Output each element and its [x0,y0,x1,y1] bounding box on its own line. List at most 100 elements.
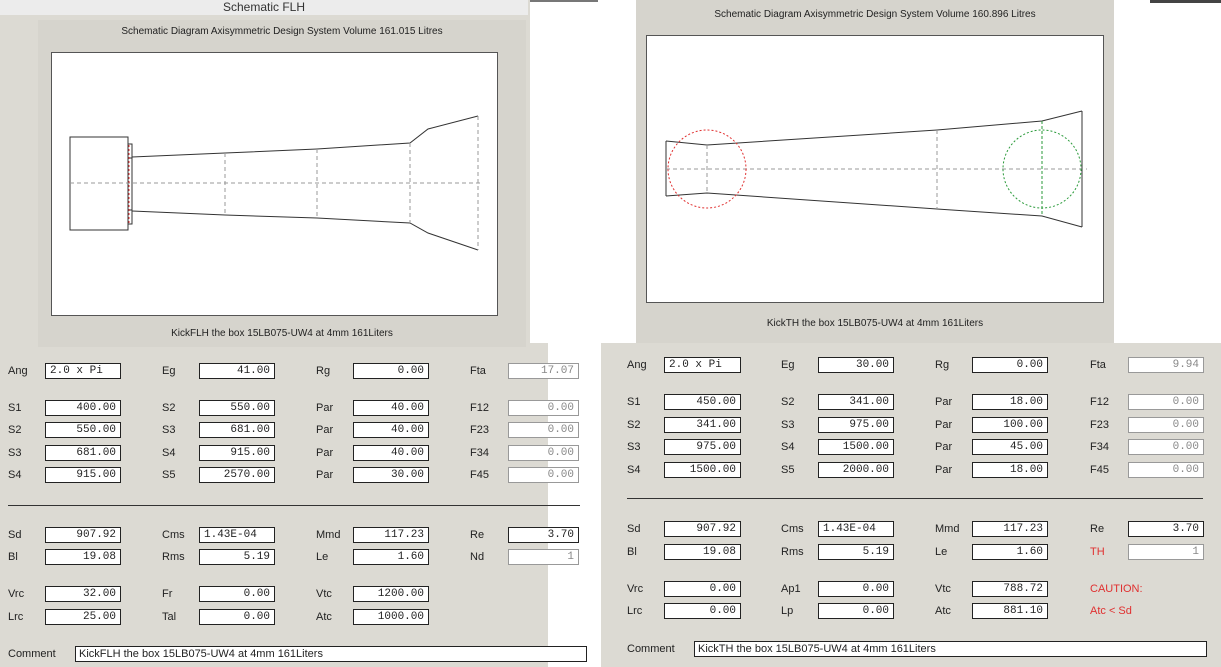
fr-input[interactable]: 0.00 [199,586,275,602]
f12-label: F12 [470,402,489,414]
th-schematic-panel: Schematic Diagram Axisymmetric Design Sy… [636,0,1114,343]
flh-horn-upper-wall [131,115,479,158]
ang-input[interactable]: 2.0 x Pi [664,357,741,373]
eg-input[interactable]: 30.00 [818,357,894,373]
par-label: Par [935,464,953,476]
s4-input[interactable]: 915.00 [199,445,275,461]
s3-input[interactable]: 681.00 [45,445,121,461]
rms-input[interactable]: 5.19 [818,544,894,560]
lrc-label: Lrc [8,611,24,623]
s3-input[interactable]: 975.00 [818,417,894,433]
lrc-input[interactable]: 25.00 [45,609,121,625]
f45-input[interactable]: 0.00 [508,467,579,483]
par-input[interactable]: 40.00 [353,445,429,461]
s4-input[interactable]: 915.00 [45,467,121,483]
lp-input[interactable]: 0.00 [818,603,894,619]
s5-input[interactable]: 2570.00 [199,467,275,483]
ap1-input[interactable]: 0.00 [818,581,894,597]
par-label: Par [316,469,334,481]
cms-input[interactable]: 1.43E-04 [818,521,894,537]
ang-input[interactable]: 2.0 x Pi [45,363,121,379]
f34-input[interactable]: 0.00 [508,445,579,461]
s2-input[interactable]: 550.00 [45,422,121,438]
sd-input[interactable]: 907.92 [45,527,121,543]
rms-label: Rms [781,546,804,558]
th-input[interactable]: 1 [1128,544,1204,560]
mmd-label: Mmd [935,523,960,535]
rg-input[interactable]: 0.00 [353,363,429,379]
s2-input[interactable]: 341.00 [818,394,894,410]
eg-input[interactable]: 41.00 [199,363,275,379]
mmd-input[interactable]: 117.23 [353,527,429,543]
rg-input[interactable]: 0.00 [972,357,1048,373]
s5-label: S5 [162,469,176,481]
tal-input[interactable]: 0.00 [199,609,275,625]
s3-label: S3 [8,447,22,459]
window-title: Schematic FLH [0,0,528,15]
par-input[interactable]: 18.00 [972,462,1048,478]
vrc-input[interactable]: 32.00 [45,586,121,602]
mmd-input[interactable]: 117.23 [972,521,1048,537]
lrc-input[interactable]: 0.00 [664,603,741,619]
s1-input[interactable]: 450.00 [664,394,741,410]
atc-input[interactable]: 1000.00 [353,609,429,625]
f45-label: F45 [470,469,489,481]
s4-input[interactable]: 1500.00 [818,439,894,455]
vrc-input[interactable]: 0.00 [664,581,741,597]
atc-input[interactable]: 881.10 [972,603,1048,619]
window-edge [530,0,598,2]
par-input[interactable]: 40.00 [353,422,429,438]
par-input[interactable]: 100.00 [972,417,1048,433]
fta-output: 17.07 [508,363,579,379]
f23-input[interactable]: 0.00 [508,422,579,438]
lrc-label: Lrc [627,605,643,617]
bl-input[interactable]: 19.08 [664,544,741,560]
th-label: TH [1090,546,1105,558]
sd-input[interactable]: 907.92 [664,521,741,537]
vtc-input[interactable]: 1200.00 [353,586,429,602]
lp-label: Lp [781,605,794,617]
par-input[interactable]: 30.00 [353,467,429,483]
rms-input[interactable]: 5.19 [199,549,275,565]
par-input[interactable]: 45.00 [972,439,1048,455]
comment-label: Comment [8,648,56,660]
tal-label: Tal [162,611,177,623]
nd-input[interactable]: 1 [508,549,579,565]
le-input[interactable]: 1.60 [972,544,1048,560]
f45-input[interactable]: 0.00 [1128,462,1204,478]
s4-label: S4 [627,464,641,476]
s5-input[interactable]: 2000.00 [818,462,894,478]
comment-input[interactable]: KickTH the box 15LB075-UW4 at 4mm 161Lit… [694,641,1207,657]
comment-input[interactable]: KickFLH the box 15LB075-UW4 at 4mm 161Li… [75,646,587,662]
s4-input[interactable]: 1500.00 [664,462,741,478]
le-input[interactable]: 1.60 [353,549,429,565]
rg-label: Rg [935,359,950,371]
s3-input[interactable]: 975.00 [664,439,741,455]
f23-input[interactable]: 0.00 [1128,417,1204,433]
flh-schematic-panel: Schematic Diagram Axisymmetric Design Sy… [38,20,526,347]
par-label: Par [316,424,334,436]
s2-input[interactable]: 550.00 [199,400,275,416]
par-input[interactable]: 40.00 [353,400,429,416]
par-input[interactable]: 18.00 [972,394,1048,410]
s1-input[interactable]: 400.00 [45,400,121,416]
cms-input[interactable]: 1.43E-04 [199,527,275,543]
f12-input[interactable]: 0.00 [1128,394,1204,410]
s4-label: S4 [162,447,176,459]
s2-input[interactable]: 341.00 [664,417,741,433]
bl-input[interactable]: 19.08 [45,549,121,565]
le-label: Le [935,546,948,558]
re-input[interactable]: 3.70 [508,527,579,543]
re-input[interactable]: 3.70 [1128,521,1204,537]
s3-input[interactable]: 681.00 [199,422,275,438]
f12-input[interactable]: 0.00 [508,400,579,416]
f34-input[interactable]: 0.00 [1128,439,1204,455]
s2-label: S2 [8,424,22,436]
vtc-input[interactable]: 788.72 [972,581,1048,597]
f34-label: F34 [1090,441,1109,453]
th-horn-diagram [665,110,1087,228]
f12-label: F12 [1090,396,1109,408]
th-horn-upper-wall [665,110,1083,146]
f23-label: F23 [470,424,489,436]
ang-label: Ang [8,365,28,377]
